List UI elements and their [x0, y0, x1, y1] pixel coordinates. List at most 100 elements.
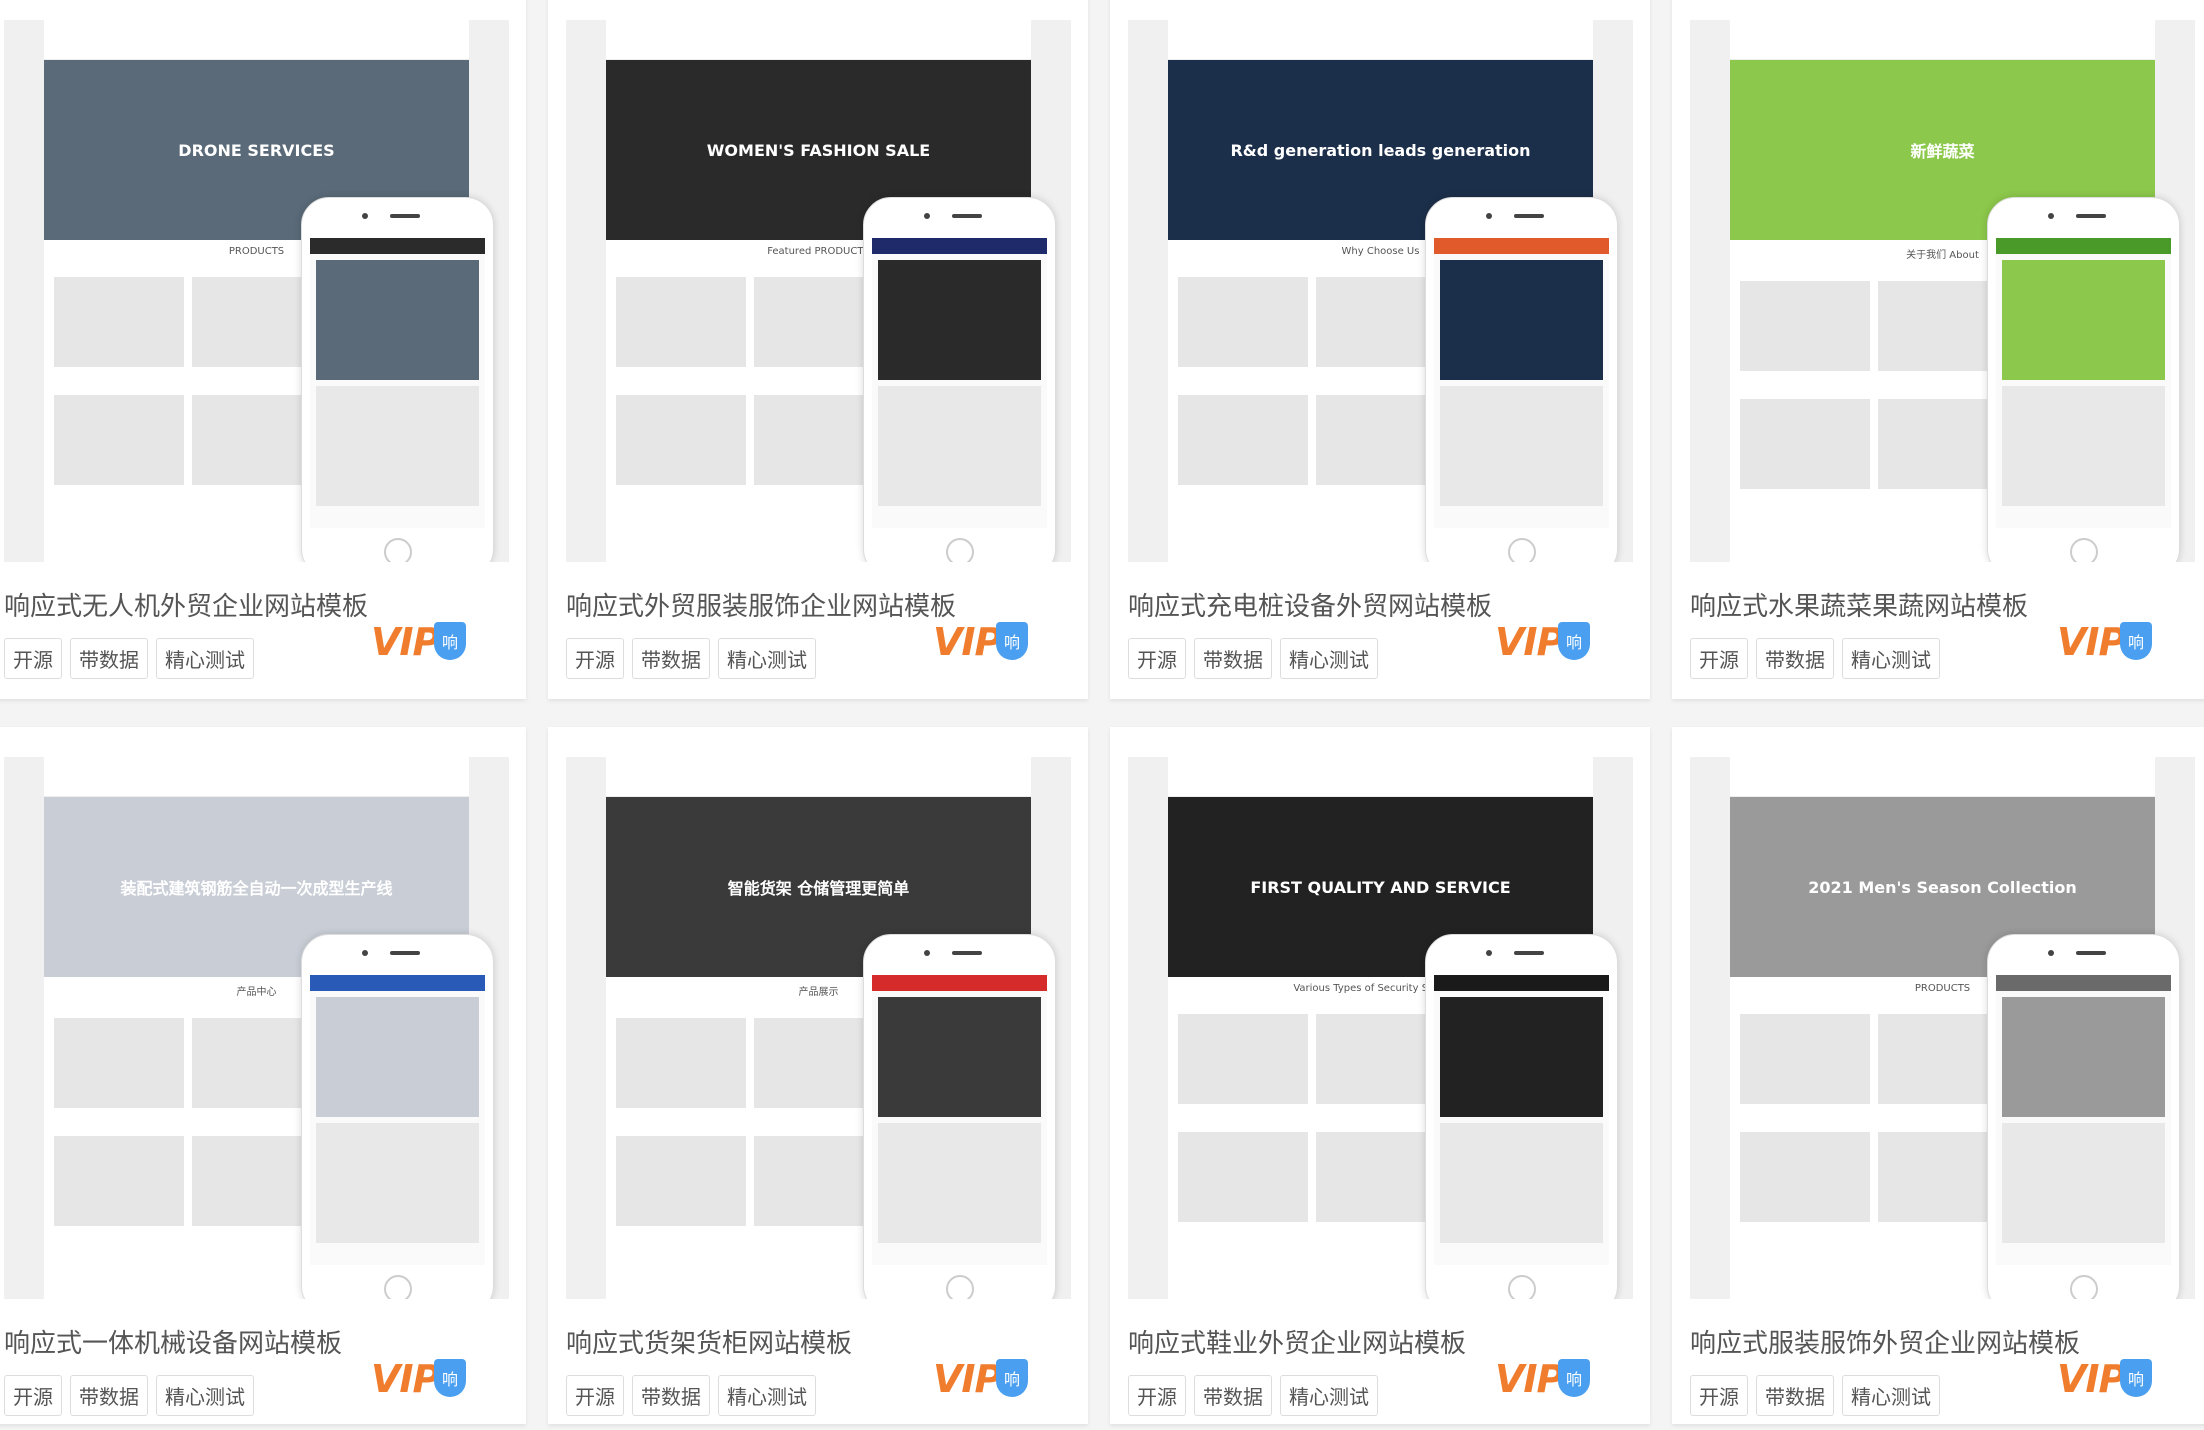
tag-tested: 精心测试	[1842, 1375, 1940, 1416]
mobile-header	[1996, 238, 2171, 254]
mobile-preview	[1987, 197, 2180, 562]
template-card[interactable]: R&d generation leads generation Why Choo…	[1110, 0, 1650, 699]
home-button-icon	[383, 1275, 412, 1299]
responsive-shield-icon: 响	[434, 1359, 466, 1397]
tag-open-source: 开源	[1690, 638, 1748, 679]
mobile-header	[310, 975, 485, 991]
template-preview-image[interactable]: 新鲜蔬菜 关于我们 About	[1690, 20, 2195, 562]
preview-hero-text: 新鲜蔬菜	[1910, 142, 1975, 161]
tag-with-data: 带数据	[1194, 638, 1272, 679]
mobile-header	[310, 238, 485, 254]
tag-with-data: 带数据	[1756, 1375, 1834, 1416]
mobile-preview	[1425, 934, 1618, 1299]
template-card[interactable]: 新鲜蔬菜 关于我们 About 响应式水果蔬菜果蔬网站模板 开源 带数据 精心测…	[1672, 0, 2204, 699]
template-card[interactable]: 2021 Men's Season Collection PRODUCTS 响应…	[1672, 727, 2204, 1424]
responsive-shield-icon: 响	[1558, 622, 1590, 660]
preview-nav	[1168, 20, 1593, 60]
preview-nav	[606, 20, 1031, 60]
home-button-icon	[1507, 1275, 1536, 1299]
tag-open-source: 开源	[4, 638, 62, 679]
mobile-preview	[301, 197, 494, 562]
responsive-shield-icon: 响	[2120, 622, 2152, 660]
template-card[interactable]: WOMEN'S FASHION SALE Featured PRODUCTS 响…	[548, 0, 1088, 699]
template-card[interactable]: 智能货架 仓储管理更简单 产品展示 响应式货架货柜网站模板 开源 带数据 精心测…	[548, 727, 1088, 1424]
mobile-hero	[2002, 997, 2165, 1117]
preview-hero-text: R&d generation leads generation	[1230, 140, 1531, 160]
template-preview-image[interactable]: WOMEN'S FASHION SALE Featured PRODUCTS	[566, 20, 1071, 562]
mobile-preview	[863, 197, 1056, 562]
mobile-hero	[878, 997, 1041, 1117]
tag-with-data: 带数据	[632, 1375, 710, 1416]
template-card[interactable]: DRONE SERVICES PRODUCTS 响应式无人机外贸企业网站模板 开…	[0, 0, 526, 699]
tag-list: 开源 带数据 精心测试	[4, 1375, 254, 1416]
tag-list: 开源 带数据 精心测试	[1128, 1375, 1378, 1416]
home-button-icon	[1507, 538, 1536, 562]
template-title[interactable]: 响应式货架货柜网站模板	[566, 1323, 852, 1360]
tag-open-source: 开源	[566, 638, 624, 679]
preview-hero-text: 2021 Men's Season Collection	[1808, 877, 2077, 897]
tag-tested: 精心测试	[156, 1375, 254, 1416]
mobile-header	[1434, 975, 1609, 991]
vip-badge: VIP	[933, 1357, 1002, 1401]
vip-badge: VIP	[371, 1357, 440, 1401]
preview-hero-text: 装配式建筑钢筋全自动一次成型生产线	[120, 879, 393, 898]
responsive-shield-icon: 响	[2120, 1359, 2152, 1397]
template-preview-image[interactable]: 装配式建筑钢筋全自动一次成型生产线 产品中心	[4, 757, 509, 1299]
template-preview-image[interactable]: 2021 Men's Season Collection PRODUCTS	[1690, 757, 2195, 1299]
preview-nav	[44, 20, 469, 60]
home-button-icon	[2069, 538, 2098, 562]
template-preview-image[interactable]: DRONE SERVICES PRODUCTS	[4, 20, 509, 562]
preview-nav	[1730, 20, 2155, 60]
mobile-hero	[1440, 997, 1603, 1117]
tag-with-data: 带数据	[1756, 638, 1834, 679]
tag-tested: 精心测试	[1842, 638, 1940, 679]
tag-list: 开源 带数据 精心测试	[1690, 638, 1940, 679]
template-title[interactable]: 响应式服装服饰外贸企业网站模板	[1690, 1323, 2080, 1360]
vip-badge: VIP	[1495, 1357, 1564, 1401]
template-title[interactable]: 响应式充电桩设备外贸网站模板	[1128, 586, 1492, 623]
tag-with-data: 带数据	[632, 638, 710, 679]
template-title[interactable]: 响应式一体机械设备网站模板	[4, 1323, 342, 1360]
tag-open-source: 开源	[566, 1375, 624, 1416]
template-preview-image[interactable]: R&d generation leads generation Why Choo…	[1128, 20, 1633, 562]
mobile-hero	[2002, 260, 2165, 380]
responsive-shield-icon: 响	[434, 622, 466, 660]
template-title[interactable]: 响应式水果蔬菜果蔬网站模板	[1690, 586, 2028, 623]
tag-tested: 精心测试	[1280, 638, 1378, 679]
template-preview-image[interactable]: FIRST QUALITY AND SERVICE Various Types …	[1128, 757, 1633, 1299]
mobile-hero	[878, 260, 1041, 380]
tag-tested: 精心测试	[718, 638, 816, 679]
tag-list: 开源 带数据 精心测试	[4, 638, 254, 679]
home-button-icon	[945, 538, 974, 562]
template-title[interactable]: 响应式无人机外贸企业网站模板	[4, 586, 368, 623]
vip-badge: VIP	[371, 620, 440, 664]
tag-list: 开源 带数据 精心测试	[1128, 638, 1378, 679]
tag-list: 开源 带数据 精心测试	[566, 638, 816, 679]
responsive-shield-icon: 响	[1558, 1359, 1590, 1397]
mobile-hero	[316, 260, 479, 380]
mobile-header	[1434, 238, 1609, 254]
mobile-preview	[1987, 934, 2180, 1299]
preview-nav	[1730, 757, 2155, 797]
template-card[interactable]: 装配式建筑钢筋全自动一次成型生产线 产品中心 响应式一体机械设备网站模板 开源 …	[0, 727, 526, 1424]
mobile-preview	[1425, 197, 1618, 562]
tag-tested: 精心测试	[156, 638, 254, 679]
preview-nav	[1168, 757, 1593, 797]
tag-list: 开源 带数据 精心测试	[1690, 1375, 1940, 1416]
template-title[interactable]: 响应式鞋业外贸企业网站模板	[1128, 1323, 1466, 1360]
tag-open-source: 开源	[4, 1375, 62, 1416]
template-title[interactable]: 响应式外贸服装服饰企业网站模板	[566, 586, 956, 623]
tag-open-source: 开源	[1690, 1375, 1748, 1416]
preview-nav	[606, 757, 1031, 797]
mobile-header	[872, 238, 1047, 254]
home-button-icon	[2069, 1275, 2098, 1299]
template-card[interactable]: FIRST QUALITY AND SERVICE Various Types …	[1110, 727, 1650, 1424]
tag-with-data: 带数据	[1194, 1375, 1272, 1416]
tag-tested: 精心测试	[1280, 1375, 1378, 1416]
vip-badge: VIP	[2057, 620, 2126, 664]
preview-nav	[44, 757, 469, 797]
tag-open-source: 开源	[1128, 1375, 1186, 1416]
mobile-preview	[301, 934, 494, 1299]
template-preview-image[interactable]: 智能货架 仓储管理更简单 产品展示	[566, 757, 1071, 1299]
vip-badge: VIP	[2057, 1357, 2126, 1401]
